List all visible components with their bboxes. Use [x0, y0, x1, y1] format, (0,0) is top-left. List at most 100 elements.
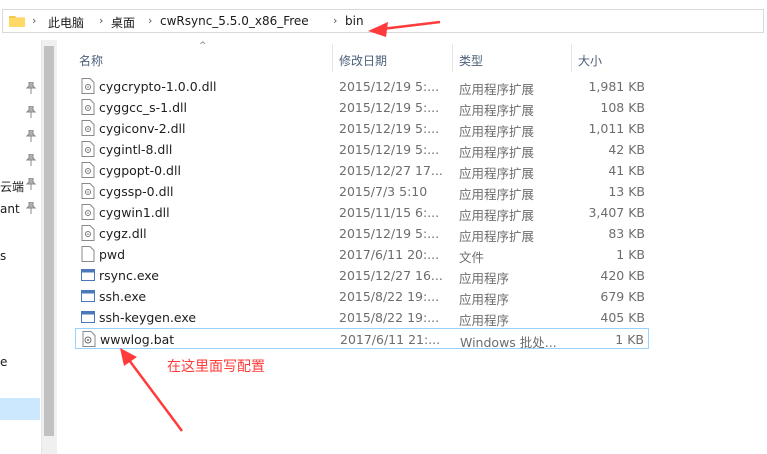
breadcrumb-bin[interactable]: bin [345, 14, 364, 28]
column-divider[interactable] [571, 44, 572, 72]
exe-icon [81, 290, 95, 302]
file-name: ssh-keygen.exe [99, 310, 197, 325]
pin-icon [26, 154, 36, 166]
file-type: 应用程序扩展 [459, 229, 535, 244]
file-name: rsync.exe [99, 268, 159, 283]
file-size: 679 KB [600, 289, 645, 304]
file-size: 1,011 KB [588, 121, 645, 136]
table-row[interactable]: pwd 2017/6/11 20:... 文件 1 KB [75, 244, 649, 265]
table-row[interactable]: cyggcc_s-1.dll 2015/12/19 5:... 应用程序扩展 108 … [75, 97, 649, 118]
file-type: Windows 批处... [460, 335, 557, 350]
file-type: 应用程序 [459, 313, 510, 328]
file-date: 2015/12/19 5:... [339, 79, 440, 94]
table-row[interactable]: cygz.dll 2015/12/19 5:... 应用程序扩展 83 KB [75, 223, 649, 244]
dll-icon [81, 204, 95, 220]
file-type: 应用程序扩展 [459, 103, 535, 118]
file-name: cygssp-0.dll [99, 184, 174, 199]
dll-icon [81, 120, 95, 136]
table-row[interactable]: ssh-keygen.exe 2015/8/22 19:... 应用程序 405 KB [75, 307, 649, 328]
folder-icon [9, 16, 25, 27]
table-row[interactable]: cygpopt-0.dll 2015/12/27 17... 应用程序扩展 41 KB [75, 160, 649, 181]
file-type: 应用程序 [459, 292, 510, 307]
nav-item[interactable]: 云端 [0, 178, 24, 195]
file-date: 2015/8/22 19:... [339, 310, 440, 325]
file-name: cygwin1.dll [99, 205, 170, 220]
dll-icon [81, 225, 95, 241]
file-type: 应用程序扩展 [459, 166, 535, 181]
exe-icon [81, 269, 95, 281]
file-type: 应用程序扩展 [459, 187, 535, 202]
table-row[interactable]: rsync.exe 2015/12/27 16... 应用程序 420 KB [75, 265, 649, 286]
navigation-pane[interactable] [0, 40, 40, 454]
file-date: 2015/11/15 6:... [339, 205, 440, 220]
file-name: cygz.dll [99, 226, 147, 241]
file-size: 83 KB [608, 226, 645, 241]
column-divider[interactable] [452, 44, 453, 72]
chevron-right-icon[interactable]: › [32, 14, 36, 27]
nav-scrollbar-thumb[interactable] [44, 46, 54, 436]
table-row[interactable]: wwwlog.bat 2017/6/11 21:... Windows 批处... 1… [75, 328, 649, 350]
table-row[interactable]: ssh.exe 2015/8/22 19:... 应用程序 679 KB [75, 286, 649, 307]
file-name: pwd [99, 247, 126, 262]
file-size: 3,407 KB [588, 205, 645, 220]
file-type: 应用程序扩展 [459, 208, 535, 223]
breadcrumb-desktop[interactable]: 桌面 [111, 14, 135, 31]
file-name: ssh.exe [99, 289, 147, 304]
file-size: 405 KB [600, 310, 645, 325]
bat-icon [82, 331, 96, 347]
file-name: wwwlog.bat [100, 332, 175, 347]
nav-item[interactable]: e [0, 355, 7, 369]
pin-icon [26, 106, 36, 118]
exe-icon [81, 311, 95, 323]
file-type: 应用程序 [459, 271, 510, 286]
file-name: cygintl-8.dll [99, 142, 173, 157]
file-name: cygiconv-2.dll [99, 121, 186, 136]
file-date: 2015/12/27 17... [339, 163, 443, 178]
file-date: 2015/12/19 5:... [339, 121, 440, 136]
file-name: cyggcc_s-1.dll [99, 100, 187, 115]
chevron-right-icon[interactable]: › [99, 14, 103, 27]
column-divider[interactable] [332, 44, 333, 72]
file-type: 文件 [459, 250, 485, 265]
address-bar[interactable]: › 此电脑 › 桌面 › cwRsync_5.5.0_x86_Free › bi… [2, 9, 764, 33]
file-size: 108 KB [600, 100, 645, 115]
nav-item[interactable]: ant [0, 202, 20, 216]
dll-icon [81, 99, 95, 115]
file-size: 420 KB [600, 268, 645, 283]
table-row[interactable]: cygssp-0.dll 2015/7/3 5:10 应用程序扩展 13 KB [75, 181, 649, 202]
chevron-right-icon[interactable]: › [333, 14, 337, 27]
dll-icon [81, 162, 95, 178]
file-name: cygcrypto-1.0.0.dll [99, 79, 217, 94]
breadcrumb-this-pc[interactable]: 此电脑 [48, 14, 84, 31]
file-date: 2015/12/19 5:... [339, 226, 440, 241]
file-date: 2015/12/19 5:... [339, 100, 440, 115]
file-icon [81, 246, 95, 262]
pin-icon [26, 130, 36, 142]
file-date: 2017/6/11 21:... [340, 332, 441, 347]
file-name: cygpopt-0.dll [99, 163, 181, 178]
column-header-type[interactable]: 类型 [459, 44, 569, 72]
annotation-text: 在这里面写配置 [167, 359, 265, 375]
table-row[interactable]: cygwin1.dll 2015/11/15 6:... 应用程序扩展 3,407 K… [75, 202, 649, 223]
table-row[interactable]: cygcrypto-1.0.0.dll 2015/12/19 5:... 应用程序扩… [75, 76, 649, 97]
nav-item[interactable]: s [0, 249, 6, 263]
table-row[interactable]: cygintl-8.dll 2015/12/19 5:... 应用程序扩展 42 KB [75, 139, 649, 160]
file-date: 2015/8/22 19:... [339, 289, 440, 304]
dll-icon [81, 78, 95, 94]
column-header-size[interactable]: 大小 [578, 44, 648, 72]
table-row[interactable]: cygiconv-2.dll 2015/12/19 5:... 应用程序扩展 1,01… [75, 118, 649, 139]
column-header-name[interactable]: 名称 [79, 44, 331, 72]
file-date: 2017/6/11 20:... [339, 247, 440, 262]
file-size: 13 KB [608, 184, 645, 199]
file-date: 2015/12/19 5:... [339, 142, 440, 157]
chevron-right-icon[interactable]: › [148, 14, 152, 27]
dll-icon [81, 183, 95, 199]
breadcrumb-cwrsync[interactable]: cwRsync_5.5.0_x86_Free [160, 14, 309, 28]
nav-selected-item[interactable] [0, 398, 40, 420]
dll-icon [81, 141, 95, 157]
column-header-date[interactable]: 修改日期 [339, 44, 451, 72]
file-type: 应用程序扩展 [459, 82, 535, 97]
file-date: 2015/7/3 5:10 [339, 184, 428, 199]
file-size: 42 KB [608, 142, 645, 157]
file-size: 1 KB [615, 332, 644, 347]
